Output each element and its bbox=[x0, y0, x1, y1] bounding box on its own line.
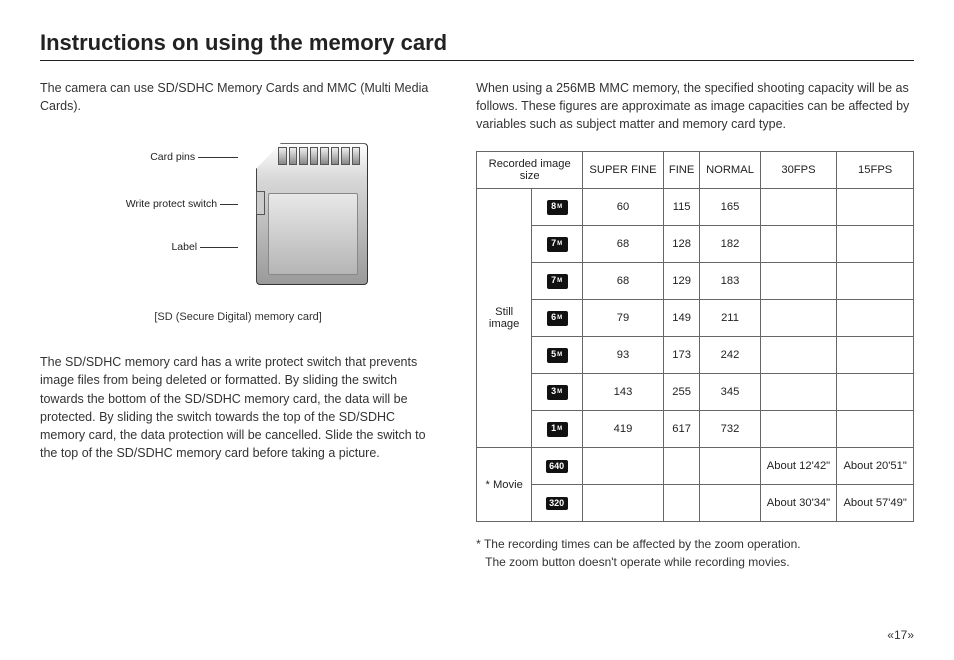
th-30fps: 30FPS bbox=[760, 152, 837, 189]
table-row: 3 143 255 345 bbox=[477, 374, 914, 411]
table-row: 320 About 30'34" About 57'49" bbox=[477, 485, 914, 522]
size-badge-icon: 7 bbox=[547, 237, 568, 252]
table-row: * Movie 640 About 12'42" About 20'51" bbox=[477, 448, 914, 485]
th-fine: FINE bbox=[663, 152, 700, 189]
column-right: When using a 256MB MMC memory, the speci… bbox=[476, 79, 914, 571]
callout-switch: Write protect switch bbox=[126, 198, 238, 210]
th-super-fine: SUPER FINE bbox=[583, 152, 664, 189]
title-rule bbox=[40, 60, 914, 61]
page-title: Instructions on using the memory card bbox=[40, 30, 914, 56]
page: Instructions on using the memory card Th… bbox=[0, 0, 954, 660]
column-left: The camera can use SD/SDHC Memory Cards … bbox=[40, 79, 436, 571]
table-row: 6 79 149 211 bbox=[477, 300, 914, 337]
callout-label-text: Label bbox=[171, 241, 197, 253]
group-movie: * Movie bbox=[477, 448, 532, 522]
table-row: 7 68 129 183 bbox=[477, 263, 914, 300]
size-badge-icon: 640 bbox=[546, 460, 568, 473]
footnote: * The recording times can be affected by… bbox=[476, 536, 914, 571]
th-image-size: Recorded image size bbox=[477, 152, 583, 189]
table-header-row: Recorded image size SUPER FINE FINE NORM… bbox=[477, 152, 914, 189]
size-badge-icon: 320 bbox=[546, 497, 568, 510]
page-number: «17» bbox=[887, 628, 914, 642]
group-still-image: Still image bbox=[477, 189, 532, 448]
sd-label-area-icon bbox=[268, 193, 358, 275]
write-protect-paragraph: The SD/SDHC memory card has a write prot… bbox=[40, 353, 436, 462]
table-row: 5 93 173 242 bbox=[477, 337, 914, 374]
table-row: 7 68 128 182 bbox=[477, 226, 914, 263]
size-badge-icon: 7 bbox=[547, 274, 568, 289]
capacity-table: Recorded image size SUPER FINE FINE NORM… bbox=[476, 151, 914, 522]
intro-paragraph-left: The camera can use SD/SDHC Memory Cards … bbox=[40, 79, 436, 115]
size-badge-icon: 5 bbox=[547, 348, 568, 363]
two-column-layout: The camera can use SD/SDHC Memory Cards … bbox=[40, 79, 914, 571]
intro-paragraph-right: When using a 256MB MMC memory, the speci… bbox=[476, 79, 914, 133]
size-badge-icon: 3 bbox=[547, 385, 568, 400]
table-row: Still image 8 60 115 165 bbox=[477, 189, 914, 226]
sd-card-diagram: Card pins Write protect switch Label [SD… bbox=[40, 133, 436, 323]
callout-switch-text: Write protect switch bbox=[126, 198, 217, 210]
footnote-line-2: The zoom button doesn't operate while re… bbox=[476, 554, 914, 571]
size-badge-icon: 6 bbox=[547, 311, 568, 326]
size-badge-icon: 1 bbox=[547, 422, 568, 437]
diagram-caption: [SD (Secure Digital) memory card] bbox=[154, 311, 322, 323]
callout-pins-text: Card pins bbox=[150, 151, 195, 163]
callout-pins: Card pins bbox=[150, 151, 238, 163]
write-protect-switch-icon bbox=[256, 191, 265, 215]
size-badge-icon: 8 bbox=[547, 200, 568, 215]
callout-label: Label bbox=[171, 241, 238, 253]
sd-card-illustration: Card pins Write protect switch Label bbox=[88, 133, 388, 303]
th-normal: NORMAL bbox=[700, 152, 760, 189]
th-15fps: 15FPS bbox=[837, 152, 914, 189]
footnote-line-1: * The recording times can be affected by… bbox=[476, 537, 800, 551]
sd-card-pins-icon bbox=[278, 147, 360, 165]
table-row: 1 419 617 732 bbox=[477, 411, 914, 448]
